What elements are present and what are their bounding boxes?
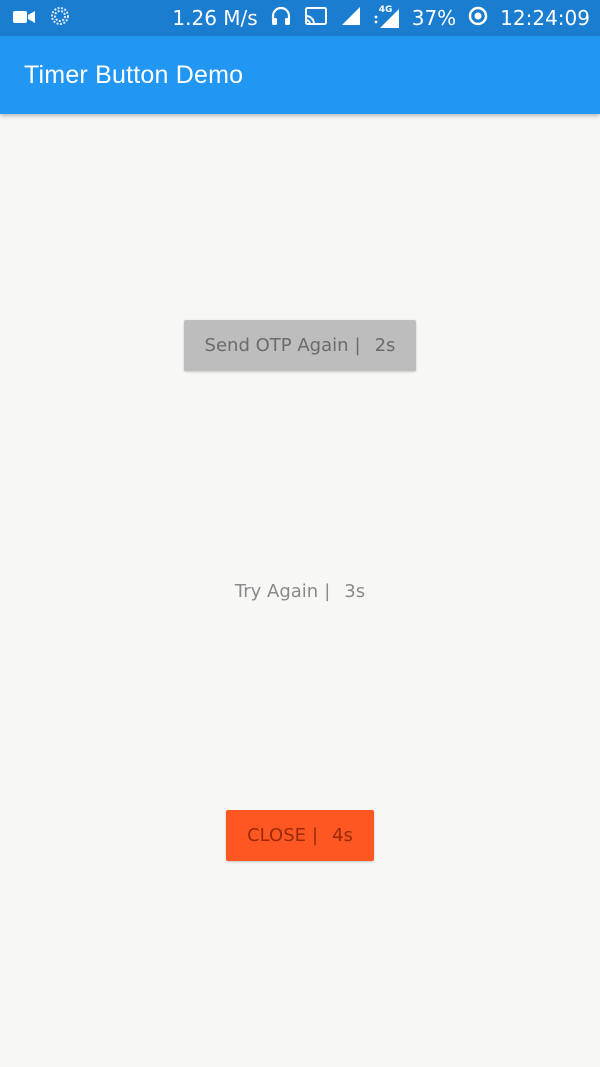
headphones-icon	[270, 5, 292, 32]
countdown: 2s	[374, 335, 396, 356]
button-label: CLOSE	[247, 825, 306, 846]
app-bar: Timer Button Demo	[0, 36, 600, 114]
status-bar-right: 1.26 M/s 4G 37% 12:24:09	[172, 5, 590, 32]
video-camera-icon	[12, 6, 36, 30]
network-speed: 1.26 M/s	[172, 6, 258, 30]
clock: 12:24:09	[500, 6, 590, 30]
main-content: Send OTP Again | 2s Try Again | 3s CLOSE…	[0, 114, 600, 1067]
button-label: Send OTP Again	[204, 335, 349, 356]
countdown: 4s	[332, 825, 353, 846]
close-button[interactable]: CLOSE | 4s	[226, 810, 374, 861]
page-title: Timer Button Demo	[24, 60, 244, 89]
separator: |	[312, 825, 319, 846]
status-bar: 1.26 M/s 4G 37% 12:24:09	[0, 0, 600, 36]
network-type-label: 4G	[378, 5, 393, 15]
countdown: 3s	[344, 581, 366, 602]
battery-ring-icon	[468, 6, 488, 31]
cast-icon	[304, 6, 328, 31]
status-bar-left	[12, 6, 70, 31]
loading-icon	[50, 6, 70, 31]
signal-4g-icon: 4G	[374, 5, 400, 29]
separator: |	[324, 581, 331, 602]
button-label: Try Again	[234, 581, 319, 602]
try-again-button[interactable]: Try Again | 3s	[212, 566, 388, 617]
signal-icon	[340, 6, 362, 31]
send-otp-again-button[interactable]: Send OTP Again | 2s	[184, 320, 416, 371]
separator: |	[354, 335, 361, 356]
battery-percent: 37%	[411, 6, 457, 30]
